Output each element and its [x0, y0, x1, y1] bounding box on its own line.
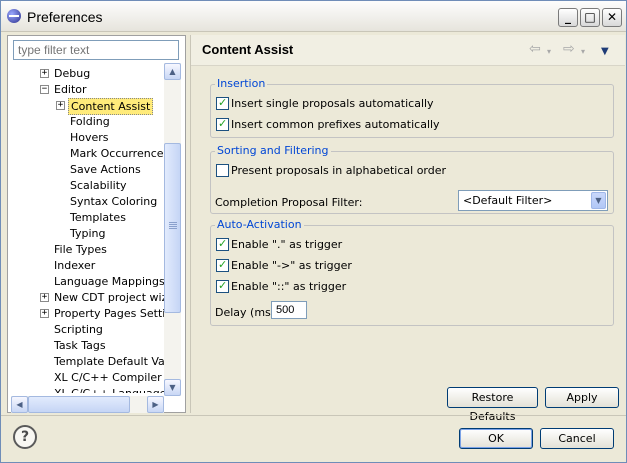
- collapse-icon[interactable]: −: [40, 85, 49, 94]
- checkbox-box[interactable]: ✓: [216, 237, 229, 251]
- tree-item-label: Save Actions: [70, 163, 141, 176]
- maximize-button[interactable]: □: [580, 8, 600, 27]
- tree-item-label: Typing: [70, 227, 106, 240]
- checkbox-box[interactable]: ✓: [216, 117, 229, 131]
- checkbox-box[interactable]: ✓: [216, 258, 229, 272]
- scroll-up-icon: ▲: [169, 67, 176, 76]
- restore-defaults-button[interactable]: Restore Defaults: [447, 387, 538, 423]
- ok-button[interactable]: OK: [459, 428, 533, 449]
- delay-label: Delay (ms): [215, 306, 276, 319]
- forward-icon[interactable]: ⇨: [563, 41, 575, 57]
- checkbox-box[interactable]: [216, 164, 229, 177]
- tree-item-label: Template Default Values: [54, 355, 164, 368]
- preference-navigation-panel: +Debug−Editor+Content AssistFoldingHover…: [7, 35, 186, 413]
- scroll-down-button[interactable]: ▼: [164, 379, 181, 396]
- footer-separator: [1, 415, 626, 416]
- checkbox-label: Enable "::" as trigger: [231, 280, 347, 293]
- check-icon: ✓: [218, 96, 228, 109]
- grip-icon: [169, 222, 177, 229]
- insertion-group: Insertion ✓ Insert single proposals auto…: [210, 77, 614, 138]
- checkbox-label: Insert single proposals automatically: [231, 97, 434, 110]
- minimize-button[interactable]: _: [558, 8, 578, 27]
- tree-item-label: Mark Occurrences: [70, 147, 164, 160]
- tree-item-label: XL C/C++ Compiler: [54, 371, 162, 384]
- auto-activation-group-title: Auto-Activation: [215, 218, 304, 231]
- eclipse-app-icon: [7, 9, 21, 23]
- checkbox-label: Enable "->" as trigger: [231, 259, 352, 272]
- vertical-scrollbar[interactable]: ▲ ▼: [164, 63, 181, 396]
- page-header: Content Assist ⇦ ▾ ⇨ ▾ ▼: [191, 35, 625, 66]
- insertion-group-title: Insertion: [215, 77, 268, 90]
- scroll-right-icon: ▶: [152, 400, 159, 409]
- tree-item-label: Language Mappings: [54, 275, 164, 288]
- tree-item-label: Hovers: [70, 131, 109, 144]
- tree-item-label: Content Assist: [68, 98, 154, 115]
- sorting-filtering-group: Sorting and Filtering Present proposals …: [210, 144, 614, 214]
- auto-activation-group: Auto-Activation ✓ Enable "." as trigger …: [210, 218, 614, 326]
- tree-item-label: Syntax Coloring: [70, 195, 158, 208]
- back-icon[interactable]: ⇦: [529, 41, 541, 57]
- back-history-dropdown-icon[interactable]: ▾: [547, 47, 551, 56]
- tree-item-label: Task Tags: [54, 339, 106, 352]
- check-icon: ✓: [218, 237, 228, 250]
- scroll-left-icon: ◀: [16, 400, 23, 409]
- completion-filter-value: <Default Filter>: [463, 194, 553, 207]
- help-icon[interactable]: ?: [13, 425, 37, 449]
- checkbox-label: Enable "." as trigger: [231, 238, 343, 251]
- expand-icon[interactable]: +: [40, 69, 49, 78]
- tree-item-label: Templates: [70, 211, 126, 224]
- scroll-up-button[interactable]: ▲: [164, 63, 181, 80]
- page-title: Content Assist: [202, 42, 294, 57]
- expand-icon[interactable]: +: [56, 101, 65, 110]
- checkbox-box[interactable]: ✓: [216, 279, 229, 293]
- preference-tree: + Debug − Editor + Content Assist Folding Hover…: [11, 63, 164, 393]
- expand-icon[interactable]: +: [40, 309, 49, 318]
- view-menu-icon[interactable]: ▼: [601, 46, 609, 57]
- horizontal-scroll-thumb[interactable]: [28, 396, 130, 413]
- close-button[interactable]: ✕: [602, 8, 622, 27]
- checkbox-label: Insert common prefixes automatically: [231, 118, 440, 131]
- scroll-right-button[interactable]: ▶: [147, 396, 164, 413]
- tree-item-label: Property Pages Settings: [54, 307, 164, 320]
- scroll-down-icon: ▼: [169, 383, 176, 392]
- chevron-down-icon[interactable]: ▼: [591, 192, 606, 209]
- checkbox-label: Present proposals in alphabetical order: [231, 164, 447, 177]
- delay-input[interactable]: [271, 301, 307, 319]
- check-icon: ✓: [218, 117, 228, 130]
- tree-item-label: XL C/C++ Language Options: [52, 386, 164, 393]
- preference-page: Content Assist ⇦ ▾ ⇨ ▾ ▼ Insertion ✓ Ins…: [190, 35, 625, 423]
- close-icon: ✕: [606, 10, 618, 24]
- check-icon: ✓: [218, 279, 228, 292]
- tree-item-label: File Types: [54, 243, 107, 256]
- forward-history-dropdown-icon[interactable]: ▾: [581, 47, 585, 56]
- tree-item-label: Indexer: [54, 259, 96, 272]
- horizontal-scrollbar[interactable]: ◀ ▶: [11, 396, 164, 413]
- check-icon: ✓: [218, 258, 228, 271]
- completion-filter-select[interactable]: <Default Filter> ▼: [458, 190, 608, 211]
- tree-item-label: Scripting: [54, 323, 103, 336]
- tree-item-label: Debug: [54, 67, 91, 80]
- scroll-left-button[interactable]: ◀: [11, 396, 28, 413]
- completion-filter-label: Completion Proposal Filter:: [215, 196, 363, 209]
- tree-item-label: Folding: [70, 115, 110, 128]
- vertical-scroll-thumb[interactable]: [164, 143, 181, 313]
- sorting-group-title: Sorting and Filtering: [215, 144, 331, 157]
- cancel-button[interactable]: Cancel: [540, 428, 614, 449]
- maximize-icon: □: [584, 10, 596, 24]
- expand-icon[interactable]: +: [40, 293, 49, 302]
- apply-button[interactable]: Apply: [545, 387, 619, 408]
- title-bar[interactable]: Preferences _ □ ✕: [1, 1, 626, 32]
- checkbox-box[interactable]: ✓: [216, 96, 229, 110]
- tree-item-label: Scalability: [70, 179, 127, 192]
- preferences-window: Preferences _ □ ✕ +Debug−Editor+Content …: [0, 0, 627, 463]
- minimize-icon: _: [565, 10, 571, 24]
- filter-input[interactable]: [13, 40, 179, 60]
- tree-item-label: Editor: [54, 83, 87, 96]
- tree-item-label: New CDT project wizard: [54, 291, 164, 304]
- window-title: Preferences: [27, 9, 103, 25]
